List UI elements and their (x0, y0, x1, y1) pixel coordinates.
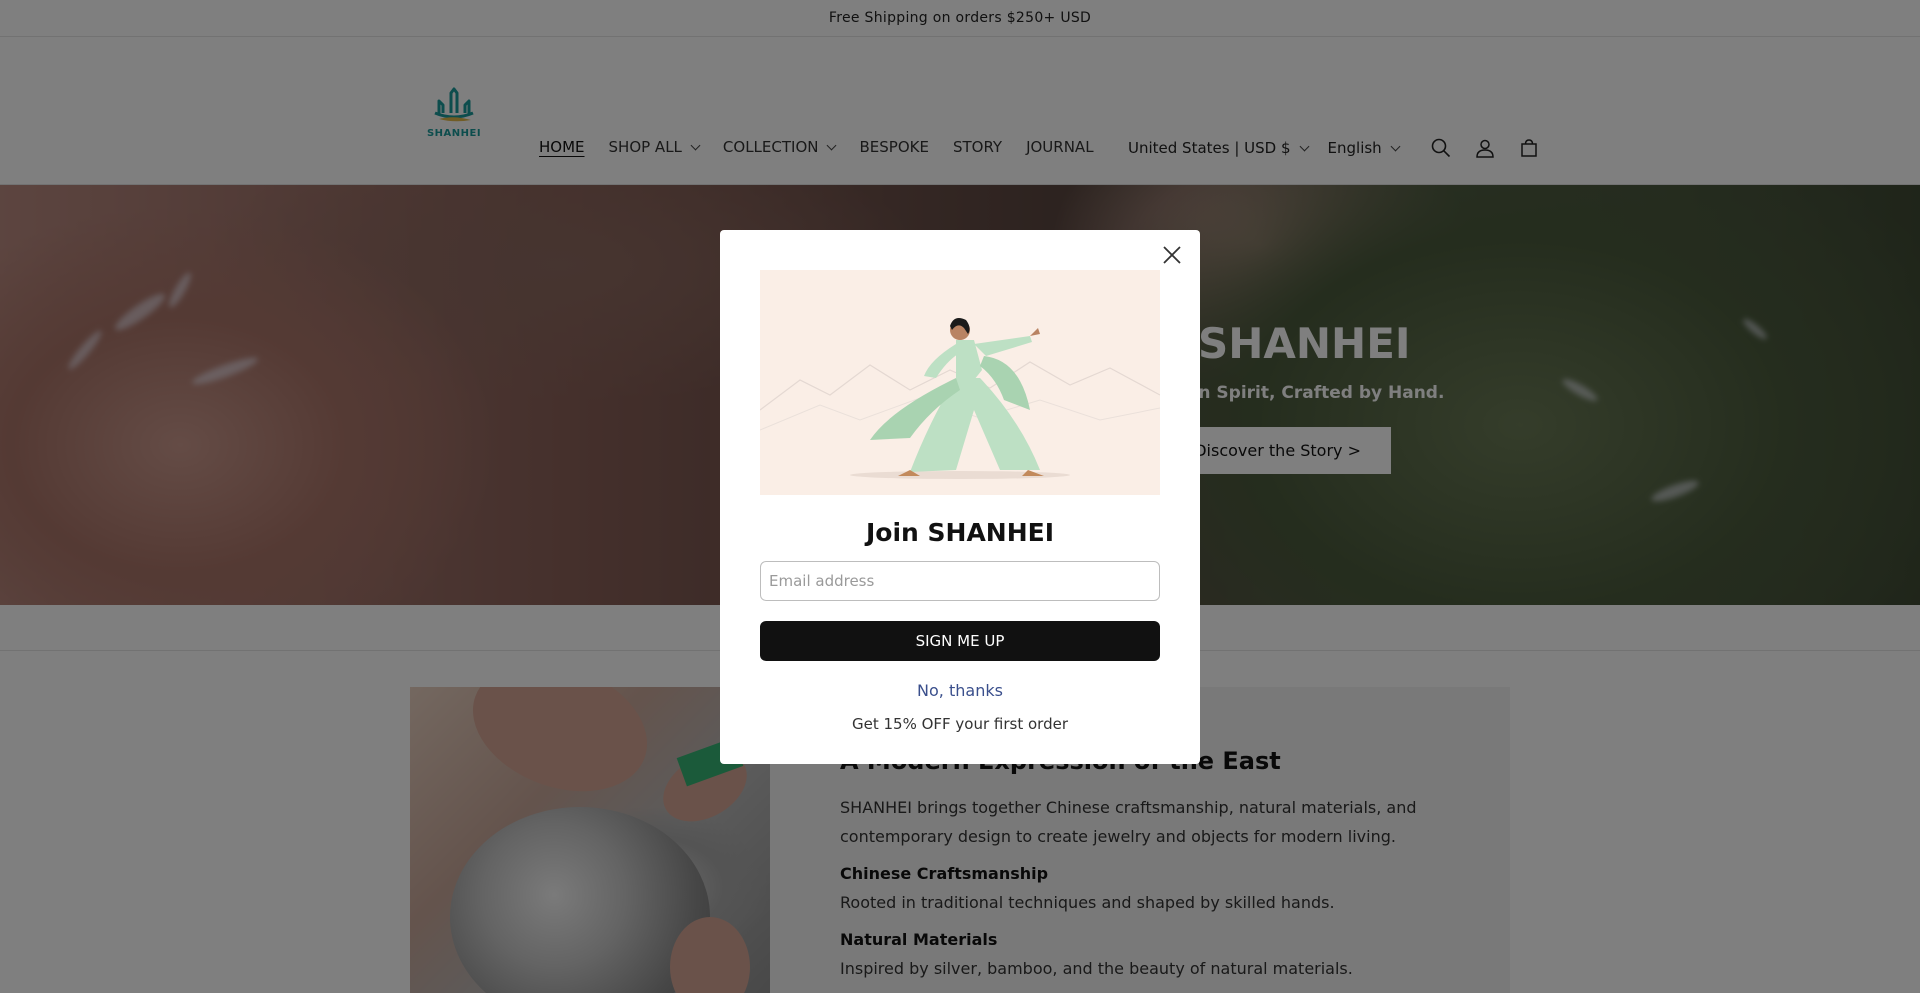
dancer-illustration (760, 318, 1160, 479)
decline-link[interactable]: No, thanks (720, 681, 1200, 700)
popup-close-button[interactable] (1157, 240, 1187, 270)
discount-note: Get 15% OFF your first order (851, 715, 1068, 733)
close-icon (1163, 246, 1181, 264)
email-input[interactable] (760, 561, 1160, 601)
popup-illustration (760, 270, 1160, 495)
popup-title: Join SHANHEI (865, 518, 1055, 547)
sign-up-button[interactable]: SIGN ME UP (760, 621, 1160, 661)
